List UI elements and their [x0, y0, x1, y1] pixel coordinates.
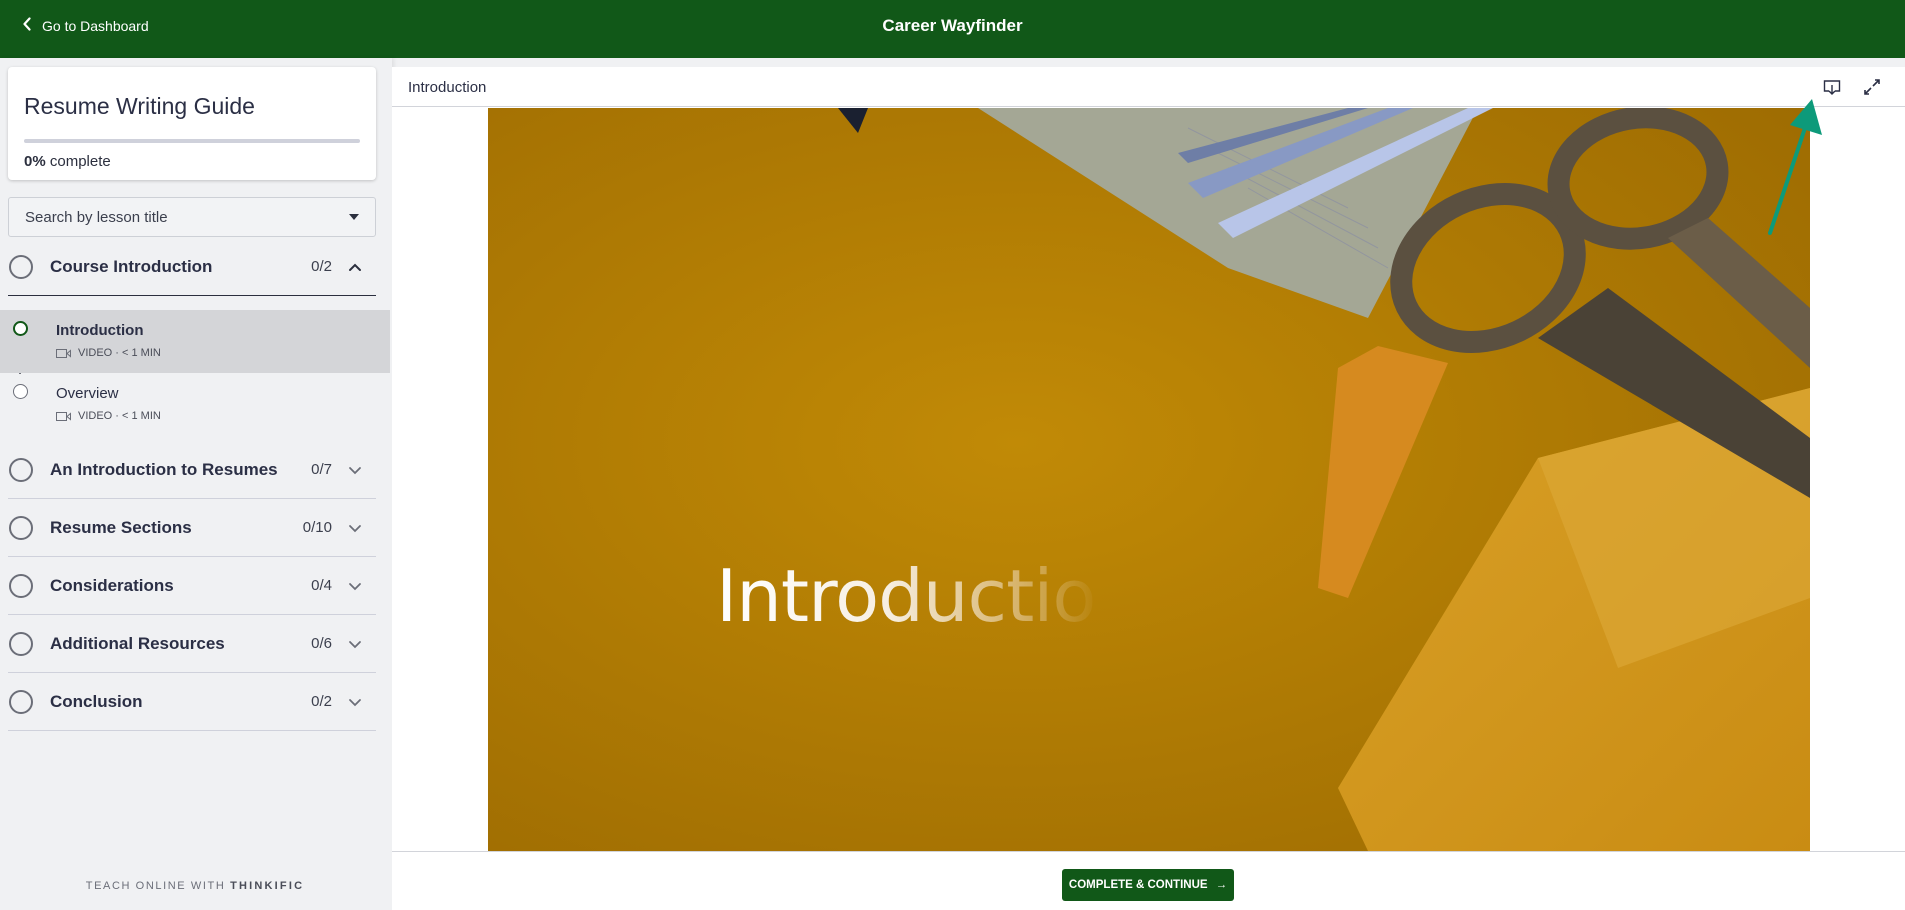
lesson-search-dropdown[interactable]: Search by lesson title: [8, 197, 376, 237]
chapter-title: Course Introduction: [50, 256, 213, 276]
chapter-count: 0/2: [311, 258, 332, 275]
lesson-title: Introduction: [56, 322, 144, 339]
chevron-down-icon: [340, 697, 370, 707]
complete-and-continue-button[interactable]: COMPLETE & CONTINUE →: [1062, 869, 1234, 901]
video-frame-image: [488, 108, 1810, 851]
app-title: Career Wayfinder: [882, 16, 1023, 35]
lesson-header-title: Introduction: [408, 79, 487, 96]
chapter-count: 0/6: [311, 635, 332, 652]
course-progress-card: Resume Writing Guide 0% complete: [8, 67, 376, 180]
chapter-status-circle-icon: [9, 254, 33, 279]
chapter-count: 0/4: [311, 577, 332, 594]
video-overlay-title: Introductio: [716, 554, 1096, 638]
chevron-up-icon: [340, 262, 370, 272]
lesson-item-overview[interactable]: Overview VIDEO · < 1 MIN: [0, 373, 390, 436]
chapter-conclusion[interactable]: Conclusion 0/2: [8, 673, 376, 731]
lesson-item-introduction[interactable]: Introduction VIDEO · < 1 MIN: [0, 310, 390, 373]
chapter-title: Considerations: [50, 575, 174, 595]
lesson-meta: VIDEO · < 1 MIN: [56, 347, 161, 359]
lesson-status-circle-icon: [13, 384, 28, 399]
lesson-footer-bar: COMPLETE & CONTINUE →: [392, 851, 1905, 910]
progress-suffix: complete: [49, 153, 111, 170]
chapter-count: 0/10: [302, 519, 332, 536]
chapter-considerations[interactable]: Considerations 0/4: [8, 557, 376, 615]
chapter-title: An Introduction to Resumes: [50, 459, 278, 479]
video-camera-icon: [56, 348, 71, 358]
chapter-title: Conclusion: [50, 691, 143, 711]
lesson-title: Overview: [56, 385, 119, 402]
course-title: Resume Writing Guide: [24, 93, 255, 119]
chapter-resume-sections[interactable]: Resume Sections 0/10: [8, 499, 376, 557]
arrow-right-icon: →: [1215, 879, 1228, 891]
lesson-content: Introduction Introductio COMPLETE & CONT…: [392, 67, 1905, 910]
chevron-down-icon: [340, 581, 370, 591]
fullscreen-button[interactable]: [1860, 75, 1884, 99]
chapter-status-circle-icon: [9, 689, 33, 714]
progress-percent: 0%: [24, 153, 46, 170]
chevron-down-icon: [340, 639, 370, 649]
chevron-down-icon: [340, 465, 370, 475]
course-sidebar: Resume Writing Guide 0% complete Search …: [0, 58, 392, 910]
lesson-meta: VIDEO · < 1 MIN: [56, 410, 161, 422]
thinkific-footer-link[interactable]: TEACH ONLINE WITH THINKIFIC: [0, 880, 390, 892]
footer-brand: THINKIFIC: [230, 880, 305, 892]
download-button[interactable]: [1820, 75, 1844, 99]
chapter-count: 0/7: [311, 461, 332, 478]
top-bar: Go to Dashboard Career Wayfinder: [0, 0, 1905, 58]
progress-bar: [24, 139, 360, 143]
footer-prefix: TEACH ONLINE WITH: [85, 880, 231, 892]
lesson-search-placeholder: Search by lesson title: [25, 208, 168, 226]
lesson-status-circle-icon: [13, 321, 28, 336]
complete-and-continue-label: COMPLETE & CONTINUE: [1068, 879, 1208, 891]
chapter-additional-resources[interactable]: Additional Resources 0/6: [8, 615, 376, 673]
video-player[interactable]: Introductio: [488, 108, 1810, 851]
chapter-status-circle-icon: [9, 515, 33, 540]
chapter-title: Additional Resources: [50, 633, 225, 653]
video-camera-icon: [56, 411, 71, 421]
chapter-status-circle-icon: [9, 573, 33, 598]
chapter-an-introduction-to-resumes[interactable]: An Introduction to Resumes 0/7: [8, 441, 376, 499]
lesson-header: Introduction: [392, 67, 1905, 107]
chapter-course-introduction[interactable]: Course Introduction 0/2: [8, 238, 376, 296]
download-icon: [1823, 80, 1841, 95]
chevron-down-icon: [340, 523, 370, 533]
chapter-status-circle-icon: [9, 631, 33, 656]
fullscreen-icon: [1864, 79, 1880, 95]
lesson-meta-text: VIDEO · < 1 MIN: [78, 347, 161, 359]
caret-down-icon: [349, 214, 359, 220]
chapter-status-circle-icon: [9, 457, 33, 482]
chapter-count: 0/2: [311, 693, 332, 710]
lesson-meta-text: VIDEO · < 1 MIN: [78, 410, 161, 422]
chapter-title: Resume Sections: [50, 517, 192, 537]
progress-text: 0% complete: [24, 153, 111, 170]
